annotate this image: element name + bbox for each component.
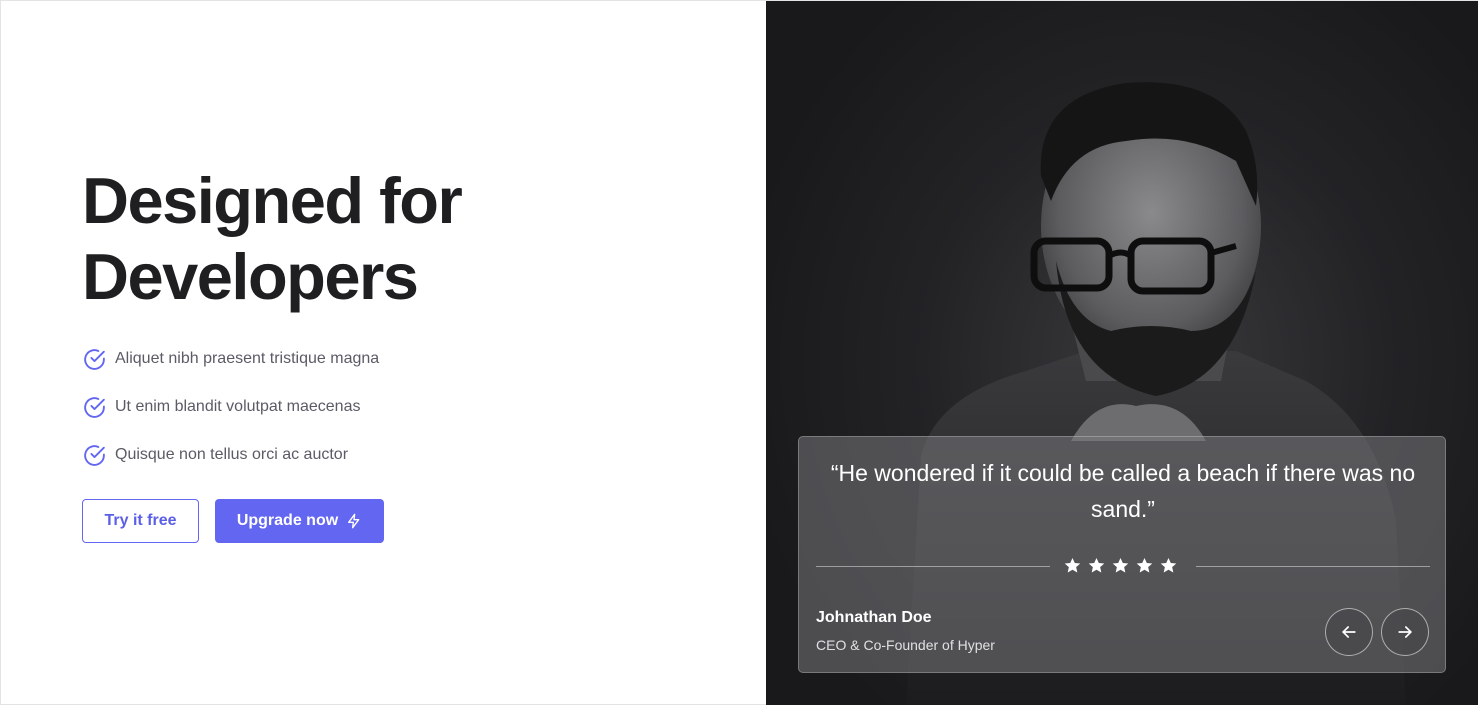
try-it-free-button[interactable]: Try it free xyxy=(82,499,199,543)
previous-button[interactable] xyxy=(1325,608,1373,656)
star-icon xyxy=(1112,557,1129,573)
author-role: CEO & Co-Founder of Hyper xyxy=(816,637,995,653)
hero-title: Designed for Developers xyxy=(82,163,642,315)
star-icon xyxy=(1136,557,1153,573)
divider-right xyxy=(1196,566,1430,567)
feature-item: Aliquet nibh praesent tristique magna xyxy=(82,345,379,373)
testimonial-card: “He wondered if it could be called a bea… xyxy=(798,436,1446,673)
testimonial-quote: “He wondered if it could be called a bea… xyxy=(830,460,1416,522)
star-icon xyxy=(1064,557,1081,573)
feature-text: Aliquet nibh praesent tristique magna xyxy=(115,350,380,367)
check-circle-icon xyxy=(84,444,105,466)
arrow-right-icon xyxy=(1398,626,1412,638)
feature-text: Ut enim blandit volutpat maecenas xyxy=(115,398,361,415)
feature-item: Quisque non tellus orci ac auctor xyxy=(82,441,379,469)
star-icon xyxy=(1160,557,1177,573)
star-icon xyxy=(1088,557,1105,573)
rating-stars xyxy=(1063,556,1178,575)
check-circle-icon xyxy=(84,396,105,418)
hero-title-line2: Developers xyxy=(82,240,419,313)
feature-list: Aliquet nibh praesent tristique magna Ut… xyxy=(82,345,379,489)
upgrade-now-label: Upgrade now xyxy=(236,512,339,529)
divider-left xyxy=(816,566,1050,567)
try-it-free-label: Try it free xyxy=(104,512,177,529)
hero-title-line1: Designed for xyxy=(82,164,463,237)
check-circle-icon xyxy=(84,348,105,370)
page: Designed for Developers Aliquet nibh pra… xyxy=(0,0,1478,705)
lightning-icon xyxy=(348,513,360,529)
author-name: Johnathan Doe xyxy=(816,609,932,626)
next-button[interactable] xyxy=(1381,608,1429,656)
feature-text: Quisque non tellus orci ac auctor xyxy=(115,446,349,463)
testimonial-section: “He wondered if it could be called a bea… xyxy=(766,1,1478,705)
arrow-left-icon xyxy=(1342,626,1356,638)
cta-buttons: Try it free Upgrade now xyxy=(82,499,384,543)
upgrade-now-button[interactable]: Upgrade now xyxy=(215,499,384,543)
hero-section: Designed for Developers Aliquet nibh pra… xyxy=(1,1,766,705)
feature-item: Ut enim blandit volutpat maecenas xyxy=(82,393,379,421)
